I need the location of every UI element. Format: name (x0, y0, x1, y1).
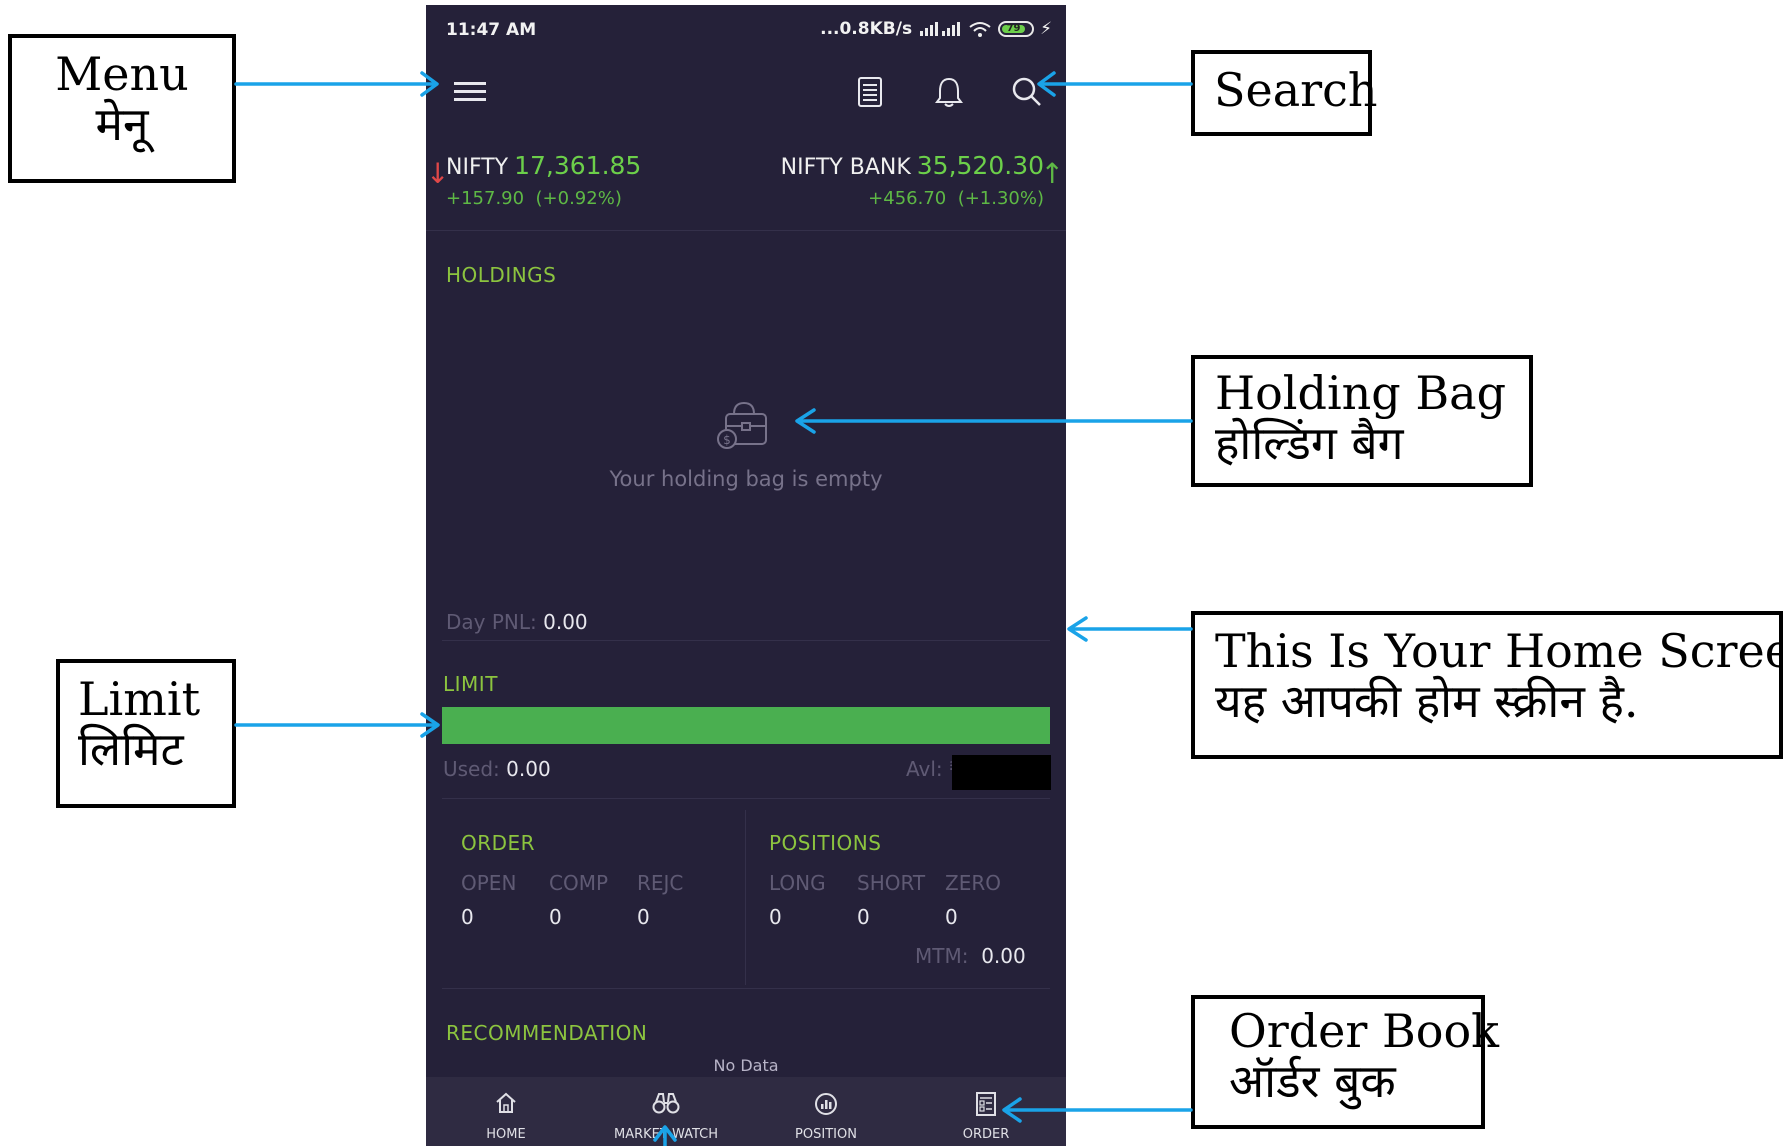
svg-text:$: $ (723, 433, 731, 447)
positions-short-label: SHORT (857, 871, 926, 895)
bottom-nav: HOME MARKET WATCH POSITION ORDER (426, 1077, 1066, 1146)
nav-label: POSITION (795, 1127, 857, 1142)
position-icon (746, 1091, 906, 1117)
signal-icon (920, 22, 961, 36)
callout-text: Menu (55, 47, 189, 101)
ticker-change: +157.90 (446, 188, 525, 209)
order-book-icon (906, 1091, 1066, 1117)
order-title[interactable]: ORDER (461, 831, 535, 855)
binoculars-icon (586, 1091, 746, 1117)
order-open-label: OPEN (461, 871, 517, 895)
search-icon[interactable] (1007, 72, 1047, 112)
holding-bag-icon: $ (714, 400, 774, 456)
nav-position[interactable]: POSITION (746, 1077, 906, 1146)
ticker-change: +456.70 (868, 188, 947, 209)
callout-text: Limit (78, 672, 201, 726)
callout-text: होल्डिंग बैग (1215, 415, 1404, 470)
callout-holding-bag: Holding Bag होल्डिंग बैग (1191, 355, 1533, 487)
status-bar: 11:47 AM ...0.8KB/s 79 ⚡ (446, 15, 1052, 45)
positions-zero-label: ZERO (945, 871, 1001, 895)
divider (442, 798, 1050, 799)
positions-short-value: 0 (857, 905, 870, 929)
divider (442, 988, 1050, 989)
nifty-bank-up-arrow-icon: ↑ (1040, 157, 1064, 190)
positions-long-label: LONG (769, 871, 826, 895)
ticker-nifty[interactable]: NIFTY 17,361.85 +157.90 (+0.92%) (446, 151, 641, 209)
mtm-value: 0.00 (981, 944, 1026, 968)
limit-progress-bar[interactable] (442, 707, 1050, 744)
callout-text: This Is Your Home Screen (1215, 624, 1783, 678)
order-rejc-label: REJC (637, 871, 684, 895)
callout-limit: Limit लिमिट (56, 659, 236, 808)
positions-title[interactable]: POSITIONS (769, 831, 881, 855)
ticker-value: 17,361.85 (514, 151, 642, 180)
limit-used-value: 0.00 (506, 757, 551, 781)
phone-screen: 11:47 AM ...0.8KB/s 79 ⚡ ↓ NIFTY 17,361.8… (426, 5, 1066, 1146)
holdings-title[interactable]: HOLDINGS (446, 263, 556, 287)
limit-title[interactable]: LIMIT (443, 672, 498, 696)
status-time: 11:47 AM (446, 20, 537, 40)
callout-home-screen: This Is Your Home Screen यह आपकी होम स्क… (1191, 611, 1783, 759)
bell-icon[interactable] (929, 72, 969, 112)
callout-order-book: Order Book ऑर्डर बुक (1191, 995, 1500, 1129)
callout-text: Search (1214, 63, 1378, 117)
wifi-icon (969, 22, 991, 37)
divider (745, 810, 746, 985)
charging-icon: ⚡ (1040, 19, 1052, 39)
callout-text: मेनू (95, 96, 149, 151)
ticker-change-pct: (+1.30%) (957, 188, 1044, 209)
home-icon (426, 1091, 586, 1117)
nav-label: HOME (486, 1127, 526, 1142)
callout-search: Search (1191, 50, 1378, 136)
ticker-name: NIFTY BANK (780, 155, 911, 180)
order-comp-label: COMP (549, 871, 609, 895)
mtm: MTM: 0.00 (915, 944, 1026, 968)
redacted-available-value (952, 755, 1051, 790)
callout-menu: Menu मेनू (8, 34, 236, 183)
callout-text: Order Book (1229, 1004, 1500, 1058)
mtm-label: MTM: (915, 944, 969, 968)
positions-zero-value: 0 (945, 905, 958, 929)
positions-long-value: 0 (769, 905, 782, 929)
recommendation-empty-text: No Data (713, 1056, 779, 1075)
order-open-value: 0 (461, 905, 474, 929)
nav-home[interactable]: HOME (426, 1077, 586, 1146)
divider (426, 230, 1066, 231)
day-pnl-label: Day PNL: (446, 610, 537, 634)
ticker-change-pct: (+0.92%) (535, 188, 622, 209)
status-indicators: ...0.8KB/s 79 ⚡ (820, 19, 1052, 39)
callout-text: Holding Bag (1215, 366, 1507, 420)
ticker-value: 35,520.30 (916, 151, 1044, 180)
menu-icon[interactable] (450, 72, 490, 112)
battery-icon: 79 (998, 21, 1035, 37)
callout-text: यह आपकी होम स्क्रीन है. (1215, 673, 1639, 728)
day-pnl-value: 0.00 (543, 610, 588, 634)
divider (442, 640, 1050, 641)
document-icon[interactable] (850, 72, 890, 112)
day-pnl: Day PNL: 0.00 (446, 610, 588, 634)
limit-used-label: Used: (443, 757, 500, 781)
limit-used: Used: 0.00 (443, 757, 551, 781)
network-speed: ...0.8KB/s (820, 19, 913, 39)
holdings-empty-text: Your holding bag is empty (609, 467, 883, 491)
nav-order[interactable]: ORDER (906, 1077, 1066, 1146)
nav-market-watch[interactable]: MARKET WATCH (586, 1077, 746, 1146)
ticker-name: NIFTY (446, 155, 509, 180)
callout-text: ऑर्डर बुक (1229, 1053, 1396, 1108)
callout-text: लिमिट (78, 721, 184, 776)
order-rejc-value: 0 (637, 905, 650, 929)
nav-label: MARKET WATCH (613, 1127, 718, 1142)
ticker-nifty-bank[interactable]: NIFTY BANK 35,520.30 +456.70 (+1.30%) (781, 151, 1044, 209)
nav-label: ORDER (962, 1127, 1010, 1142)
order-comp-value: 0 (549, 905, 562, 929)
recommendation-title[interactable]: RECOMMENDATION (446, 1021, 647, 1045)
